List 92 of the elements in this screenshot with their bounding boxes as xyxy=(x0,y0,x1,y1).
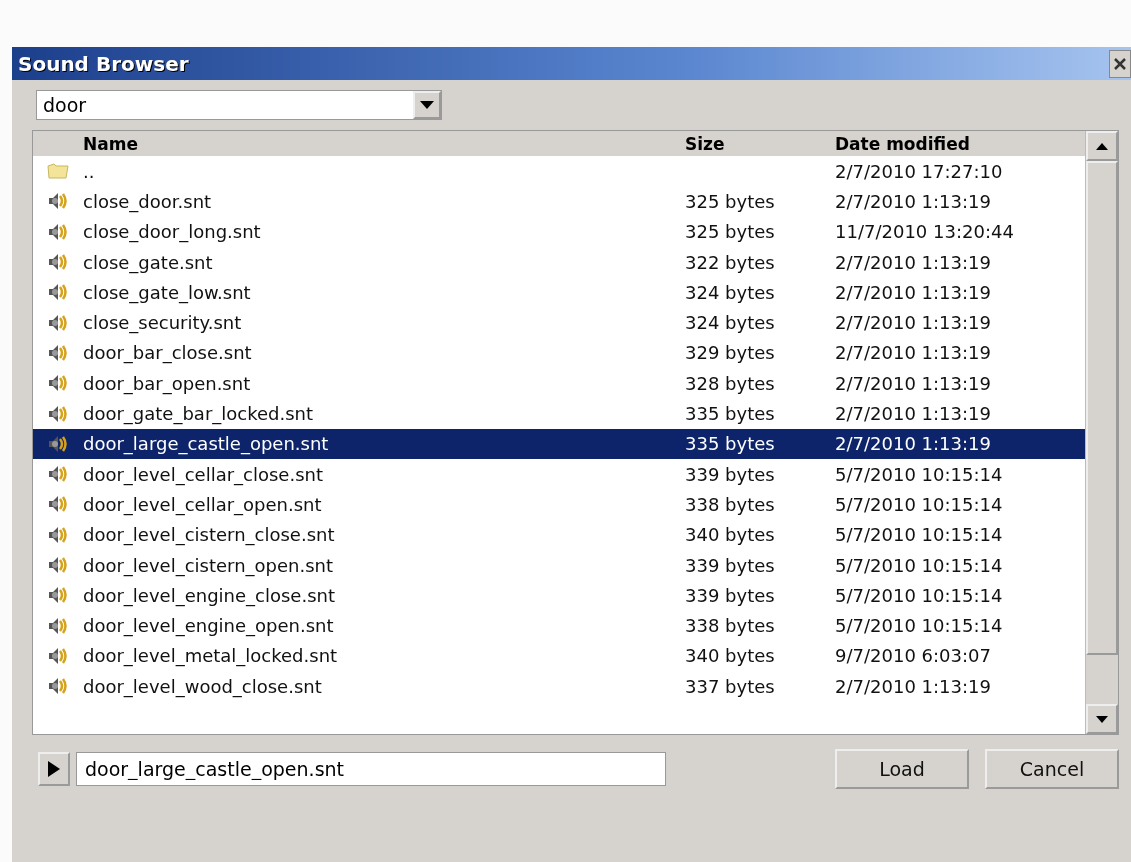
scrollbar[interactable] xyxy=(1085,131,1118,734)
file-name-field[interactable]: door_large_castle_open.snt xyxy=(76,752,666,786)
file-size: 339 bytes xyxy=(685,463,775,485)
file-date: 5/7/2010 10:15:14 xyxy=(835,463,1003,485)
file-row[interactable]: door_level_cistern_open.snt 339 bytes 5/7/2010 10:15:14 xyxy=(33,549,1085,581)
file-row[interactable]: close_gate_low.snt 324 bytes 2/7/2010 1:13:19 xyxy=(33,277,1085,308)
file-size: 329 bytes xyxy=(685,342,775,364)
file-row[interactable]: door_gate_bar_locked.snt 335 bytes 2/7/2010 1:13:19 xyxy=(33,398,1085,429)
file-size: 338 bytes xyxy=(685,493,775,515)
file-row[interactable]: door_level_cellar_close.snt 339 bytes 5/7/2010 10:15:14 xyxy=(33,458,1085,490)
file-date: 5/7/2010 10:15:14 xyxy=(835,584,1003,606)
scroll-up-button[interactable] xyxy=(1086,131,1118,161)
scroll-thumb[interactable] xyxy=(1086,161,1118,655)
column-header[interactable]: Name xyxy=(83,133,685,154)
file-row[interactable]: close_security.snt 324 bytes 2/7/2010 1:13:19 xyxy=(33,307,1085,338)
file-row[interactable]: door_level_wood_close.snt 337 bytes 2/7/2010 1:13:19 xyxy=(33,671,1085,702)
file-date: 5/7/2010 10:15:14 xyxy=(835,524,1003,546)
column-header[interactable]: Size xyxy=(685,133,835,154)
file-name: close_door_long.snt xyxy=(83,221,261,243)
file-date: 2/7/2010 1:13:19 xyxy=(835,281,991,303)
file-name: door_large_castle_open.snt xyxy=(83,433,329,455)
file-name: door_level_cistern_close.snt xyxy=(83,524,335,546)
file-size: 335 bytes xyxy=(685,433,775,455)
file-date: 2/7/2010 1:13:19 xyxy=(835,312,991,334)
file-date: 2/7/2010 17:27:10 xyxy=(835,160,1003,182)
file-row[interactable]: door_bar_open.snt 328 bytes 2/7/2010 1:13:19 xyxy=(33,368,1085,399)
file-date: 2/7/2010 1:13:19 xyxy=(835,675,991,697)
file-name: door_bar_open.snt xyxy=(83,372,251,394)
file-row[interactable]: door_level_metal_locked.snt 340 bytes 9/7/2010 6:03:07 xyxy=(33,640,1085,672)
scroll-down-button[interactable] xyxy=(1086,704,1118,734)
file-name: door_level_cellar_close.snt xyxy=(83,463,323,485)
file-row[interactable]: door_large_castle_open.snt 335 bytes 2/7/2010 1:13:19 xyxy=(33,428,1085,459)
close-button[interactable] xyxy=(1109,49,1131,78)
file-name: close_security.snt xyxy=(83,312,242,334)
file-date: 2/7/2010 1:13:19 xyxy=(835,433,991,455)
file-size: 340 bytes xyxy=(685,645,775,667)
column-header[interactable]: Date modified xyxy=(835,133,1085,154)
file-size: 324 bytes xyxy=(685,312,775,334)
close-icon xyxy=(1113,56,1127,71)
file-date: 5/7/2010 10:15:14 xyxy=(835,493,1003,515)
file-size: 325 bytes xyxy=(685,221,775,243)
file-date: 2/7/2010 1:13:19 xyxy=(835,190,991,212)
file-name: door_level_metal_locked.snt xyxy=(83,645,338,667)
file-name: door_level_engine_close.snt xyxy=(83,584,335,606)
file-name: .. xyxy=(83,160,95,182)
file-size: 325 bytes xyxy=(685,190,775,212)
file-size: 339 bytes xyxy=(685,554,775,576)
file-date: 9/7/2010 6:03:07 xyxy=(835,645,991,667)
file-row[interactable]: close_door.snt 325 bytes 2/7/2010 1:13:19 xyxy=(33,186,1085,217)
file-size: 337 bytes xyxy=(685,675,775,697)
file-date: 2/7/2010 1:13:19 xyxy=(835,342,991,364)
file-name: close_gate_low.snt xyxy=(83,281,251,303)
play-button[interactable] xyxy=(38,752,70,786)
file-name: door_gate_bar_locked.snt xyxy=(83,403,314,424)
file-size: 328 bytes xyxy=(685,372,775,394)
file-name: close_gate.snt xyxy=(83,251,213,273)
file-name: door_level_engine_open.snt xyxy=(83,615,334,637)
file-row[interactable]: door_level_cellar_open.snt 338 bytes 5/7/2010 10:15:14 xyxy=(33,489,1085,520)
file-size: 324 bytes xyxy=(685,281,775,303)
file-date: 5/7/2010 10:15:14 xyxy=(835,554,1003,576)
file-row[interactable]: door_level_cistern_close.snt 340 bytes 5/7/2010 10:15:14 xyxy=(33,519,1085,550)
caret-icon xyxy=(420,101,434,109)
file-name: close_door.snt xyxy=(83,190,212,212)
file-name: door_level_cistern_open.snt xyxy=(83,554,334,576)
file-name: door_level_cellar_open.snt xyxy=(83,493,322,515)
window-title: Sound Browser xyxy=(18,51,190,76)
file-size: 338 bytes xyxy=(685,615,775,637)
file-date: 2/7/2010 1:13:19 xyxy=(835,251,991,273)
file-row[interactable]: door_level_engine_close.snt 339 bytes 5/7/2010 10:15:14 xyxy=(33,580,1085,611)
file-size: 322 bytes xyxy=(685,251,775,273)
file-row[interactable]: close_gate.snt 322 bytes 2/7/2010 1:13:19 xyxy=(33,246,1085,278)
cancel-button[interactable]: Cancel xyxy=(985,749,1119,789)
file-row[interactable]: close_door_long.snt 325 bytes 11/7/2010 13:20:44 xyxy=(33,216,1085,247)
file-size: 339 bytes xyxy=(685,584,775,606)
file-name: door_bar_close.snt xyxy=(83,342,252,364)
play-icon xyxy=(48,761,60,777)
file-row[interactable]: door_bar_close.snt 329 bytes 2/7/2010 1:13:19 xyxy=(33,337,1085,369)
file-row[interactable]: door_level_engine_open.snt 338 bytes 5/7/2010 10:15:14 xyxy=(33,610,1085,641)
file-date: 2/7/2010 1:13:19 xyxy=(835,403,991,424)
dropdown-button[interactable] xyxy=(413,91,441,119)
file-date: 11/7/2010 13:20:44 xyxy=(835,221,1014,243)
load-button[interactable]: Load xyxy=(835,749,969,789)
file-name: door_level_wood_close.snt xyxy=(83,675,322,697)
file-size: 335 bytes xyxy=(685,403,775,424)
folder-icon xyxy=(47,163,69,180)
file-date: 5/7/2010 10:15:14 xyxy=(835,615,1003,637)
file-row[interactable]: .. 2/7/2010 17:27:10 xyxy=(33,156,1085,187)
down-arrow-icon xyxy=(1096,715,1108,723)
speaker-icon xyxy=(47,555,69,575)
file-date: 2/7/2010 1:13:19 xyxy=(835,372,991,394)
file-size: 340 bytes xyxy=(685,524,775,546)
up-arrow-icon xyxy=(1096,142,1108,150)
